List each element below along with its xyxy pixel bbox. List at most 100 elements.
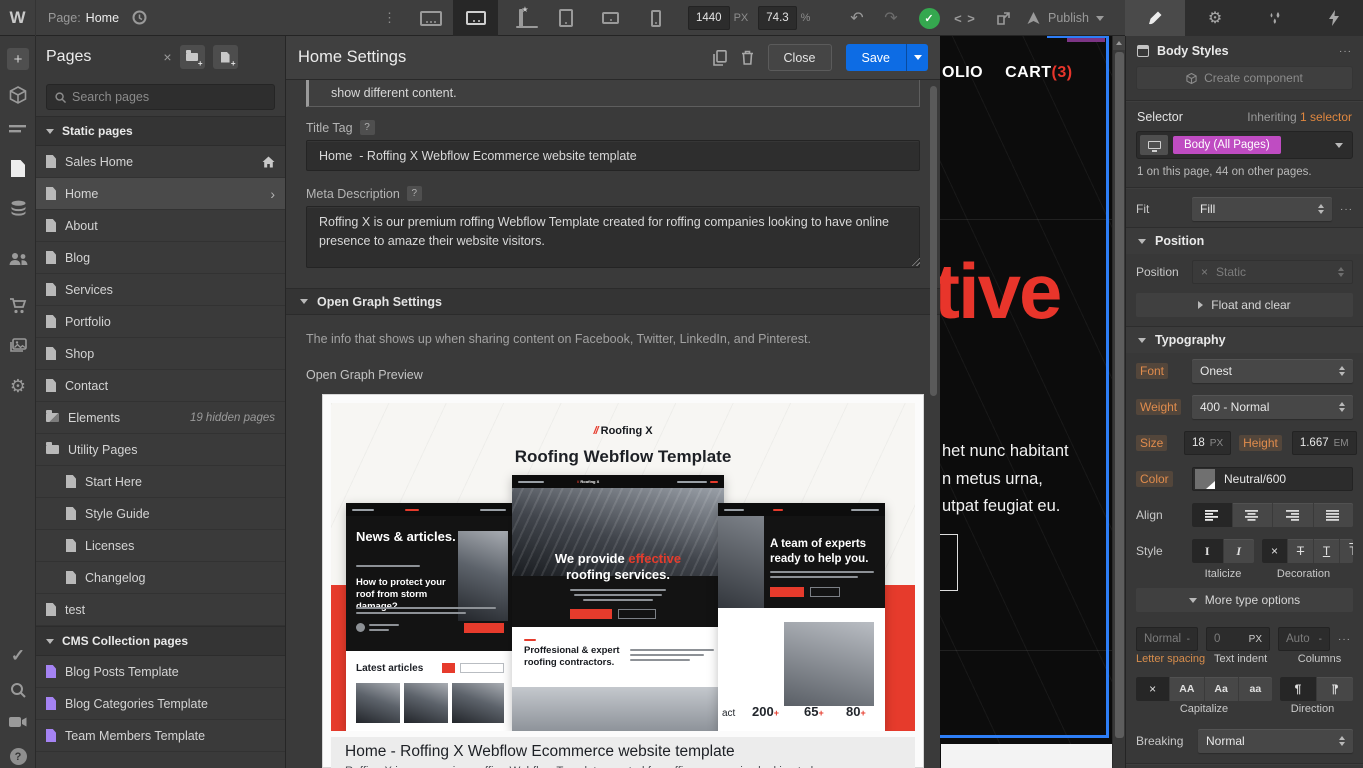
size-input[interactable]: 18PX [1184,431,1231,455]
breakpoint-indicator-button[interactable] [1140,135,1168,155]
hero-paragraph-fragment[interactable]: het nunc habitant n metus urna, utpat fe… [942,438,1069,521]
resize-handle[interactable] [912,258,920,266]
more-menu-icon[interactable]: ⋮ [383,0,396,36]
page-row-blog[interactable]: Blog [36,242,285,274]
meta-description-textarea[interactable]: Roffing X is our premium roffing Webflow… [306,206,920,268]
open-graph-section-header[interactable]: Open Graph Settings [286,288,940,315]
fit-select[interactable]: Fill [1192,197,1332,221]
page-row-test[interactable]: test [36,594,285,626]
page-row-blog-categories-template[interactable]: Blog Categories Template [36,688,285,720]
text-indent-input[interactable]: 0PX [1206,627,1270,651]
typography-section-header[interactable]: Typography [1126,326,1363,353]
italic-on-button[interactable]: I [1224,539,1255,563]
next-section-fragment[interactable] [941,744,1112,768]
help-badge-icon[interactable]: ? [407,186,422,201]
color-label[interactable]: Color [1136,471,1173,487]
position-select[interactable]: × Static [1192,260,1353,284]
components-button[interactable] [0,86,36,104]
help-badge-icon[interactable]: ? [360,120,375,135]
page-row-about[interactable]: About [36,210,285,242]
new-page-button[interactable]: + [213,45,238,69]
navigator-button[interactable] [0,124,36,136]
save-options-button[interactable] [906,44,928,71]
publish-button[interactable]: Publish [1026,0,1104,36]
close-button[interactable]: Close [768,44,832,71]
page-row-services[interactable]: Services [36,274,285,306]
page-row-shop[interactable]: Shop [36,338,285,370]
pages-button[interactable] [0,160,36,177]
float-clear-expander[interactable]: Float and clear [1136,293,1353,317]
breaking-select[interactable]: Normal [1198,729,1353,753]
hero-heading-fragment[interactable]: tive [940,252,1060,330]
page-row-changelog[interactable]: Changelog [36,562,285,594]
ecommerce-button[interactable] [0,298,36,314]
video-tutorials-button[interactable] [0,716,36,728]
create-component-button[interactable]: Create component [1136,66,1353,90]
height-label[interactable]: Height [1239,435,1282,451]
save-status-button[interactable]: ✓ [912,0,946,36]
redo-button[interactable]: ↷ [874,0,908,36]
add-elements-button[interactable]: + [0,48,36,70]
breadcrumb[interactable]: Page: Home [48,0,119,36]
nav-cart-link[interactable]: CART(3) [1005,64,1073,82]
title-tag-input[interactable] [306,140,920,171]
members-button[interactable] [0,252,36,266]
help-button[interactable]: ? [0,748,36,765]
tab-style-manager-panel[interactable] [1245,0,1305,36]
cms-button[interactable] [0,200,36,217]
new-folder-button[interactable]: + [180,45,205,69]
line-height-input[interactable]: 1.667EM [1292,431,1357,455]
quick-find-button[interactable] [0,682,36,698]
breakpoint-mobile-landscape-button[interactable] [588,0,633,36]
audit-button[interactable]: ✓ [0,646,36,666]
export-code-button[interactable]: < > [948,0,982,36]
letter-spacing-input[interactable]: Normal- [1136,627,1198,651]
site-settings-button[interactable]: ⚙ [0,376,36,397]
save-button[interactable]: Save [846,44,907,71]
breakpoint-desktop-button[interactable] [453,0,498,36]
capitalize-none-button[interactable]: × [1136,677,1170,701]
page-row-team-members-template[interactable]: Team Members Template [36,720,285,752]
tab-settings-panel[interactable]: ⚙ [1185,0,1245,36]
color-swatch[interactable] [1195,469,1215,489]
folder-row-utility-pages[interactable]: Utility Pages [36,434,285,466]
position-section-header[interactable]: Position [1126,227,1363,254]
folder-row-elements[interactable]: Elements 19 hidden pages [36,402,285,434]
weight-label[interactable]: Weight [1136,399,1181,415]
canvas-scrollbar[interactable] [1112,36,1125,768]
design-canvas[interactable]: OLIO CART(3) tive het nunc habitant n me… [940,36,1112,768]
weight-select[interactable]: 400 - Normal [1192,395,1353,419]
page-row-contact[interactable]: Contact [36,370,285,402]
share-button[interactable] [986,0,1020,36]
more-type-options-expander[interactable]: More type options [1136,588,1353,612]
search-field[interactable] [46,84,275,110]
trash-icon[interactable] [741,50,754,65]
selector-field[interactable]: Body (All Pages) [1136,131,1353,159]
decoration-none-button[interactable]: × [1262,539,1288,563]
columns-input[interactable]: Auto- [1278,627,1330,651]
fit-options-icon[interactable]: ··· [1340,204,1353,215]
static-pages-section-header[interactable]: Static pages [36,116,285,146]
tab-interactions-panel[interactable] [1305,0,1363,36]
page-row-style-guide[interactable]: Style Guide [36,498,285,530]
page-row-home[interactable]: Home › [36,178,285,210]
webflow-logo[interactable]: W [0,0,36,36]
font-select[interactable]: Onest [1192,359,1353,383]
size-label[interactable]: Size [1136,435,1167,451]
strikethrough-button[interactable]: T [1288,539,1314,563]
tab-style-panel[interactable] [1125,0,1185,36]
page-row-licenses[interactable]: Licenses [36,530,285,562]
direction-rtl-button[interactable]: ¶ [1317,677,1353,701]
uppercase-button[interactable]: AA [1170,677,1204,701]
align-left-button[interactable] [1192,503,1233,527]
columns-options-icon[interactable]: ··· [1338,634,1351,645]
overline-button[interactable]: T [1340,539,1353,563]
underline-button[interactable]: T [1314,539,1340,563]
color-field[interactable]: Neutral/600 [1192,467,1353,491]
panel-menu-icon[interactable]: ··· [1339,46,1352,57]
duplicate-icon[interactable] [713,50,727,66]
modal-scrollbar-thumb[interactable] [930,86,937,396]
cms-pages-section-header[interactable]: CMS Collection pages [36,626,285,656]
canvas-size-indicator[interactable]: 1440 PX 74.3 % [688,0,810,36]
breakpoint-mobile-button[interactable] [633,0,678,36]
